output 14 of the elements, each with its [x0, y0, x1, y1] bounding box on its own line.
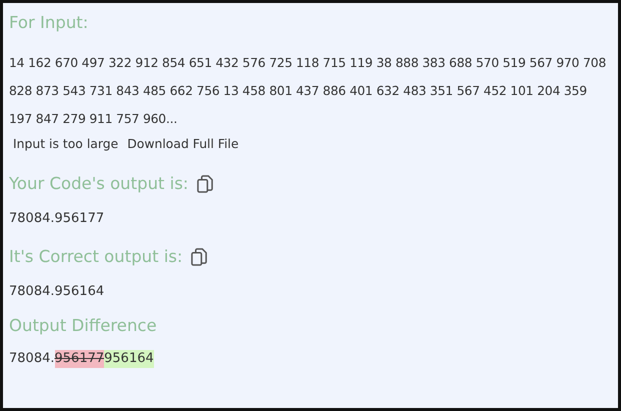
added-text: 956164	[104, 350, 154, 368]
diff-text: 78084.	[9, 350, 54, 368]
removed-text: 956177	[54, 350, 104, 368]
section-heading: Your Code's output is:	[9, 173, 188, 195]
copy-icon[interactable]	[196, 174, 214, 194]
output-value: 78084.956177	[9, 210, 106, 228]
input-text: 14 162 670 497 322 912 854 651 432 576 725 118 715 119 38 888 383 688 570 519 567 970 708 828 873 543 731 843 485 662 756 13 458 801 437 886 401 632 483 351 567 452 101 204 359 197 847 279 911 757 960...	[9, 54, 608, 128]
input-note: Input is too large	[13, 135, 118, 153]
download-link[interactable]: Download Full File	[127, 133, 239, 155]
output-value: 78084.956164	[9, 283, 106, 301]
section-heading: Output Difference	[9, 315, 158, 337]
copy-icon[interactable]	[190, 248, 208, 266]
section-heading: It's Correct output is:	[9, 246, 183, 268]
section-heading: For Input:	[9, 12, 90, 34]
